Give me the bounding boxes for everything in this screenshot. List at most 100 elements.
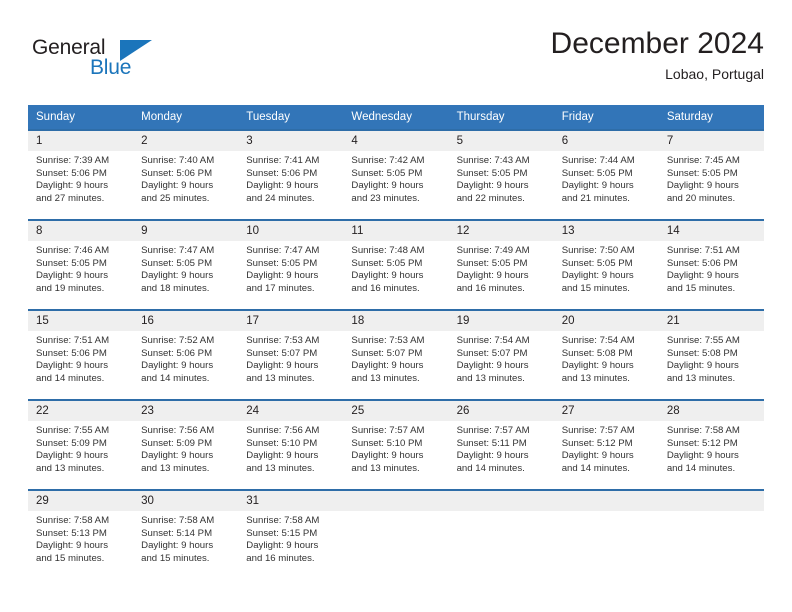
sunset-text: Sunset: 5:07 PM <box>456 347 528 359</box>
day-cell[interactable]: 16 Sunrise: 7:52 AM Sunset: 5:06 PM Dayligh… <box>133 311 239 399</box>
page-title: December 2024 <box>550 27 764 60</box>
daylight-text-line2: and 24 minutes. <box>246 192 315 204</box>
sunset-text: Sunset: 5:06 PM <box>141 167 213 179</box>
day-cell[interactable]: 8 Sunrise: 7:46 AM Sunset: 5:05 PM Daylight… <box>28 221 134 309</box>
day-info: Sunrise: 7:51 AM Sunset: 5:06 PM Daylight:… <box>659 241 764 309</box>
day-info: Sunrise: 7:55 AM Sunset: 5:08 PM Daylight:… <box>659 331 764 399</box>
day-cell[interactable]: 3 Sunrise: 7:41 AM Sunset: 5:06 PM Daylight… <box>238 131 344 219</box>
day-cell[interactable]: 27 Sunrise: 7:57 AM Sunset: 5:12 PM Dayligh… <box>553 401 659 489</box>
day-cell-empty <box>343 491 449 579</box>
day-cell[interactable]: 21 Sunrise: 7:55 AM Sunset: 5:08 PM Dayligh… <box>658 311 764 399</box>
sunrise-text: Sunrise: 7:49 AM <box>456 245 530 256</box>
day-cell[interactable]: 10 Sunrise: 7:47 AM Sunset: 5:05 PM Dayligh… <box>238 221 344 309</box>
day-cell[interactable]: 5 Sunrise: 7:43 AM Sunset: 5:05 PM Daylight… <box>448 131 554 219</box>
day-cell[interactable]: 31 Sunrise: 7:58 AM Sunset: 5:15 PM Dayligh… <box>238 491 344 579</box>
day-info: Sunrise: 7:41 AM Sunset: 5:06 PM Daylight:… <box>238 151 343 219</box>
day-cell-empty <box>553 491 659 579</box>
daylight-text-line1: Daylight: 9 hours <box>456 270 529 282</box>
day-number: 28 <box>658 401 764 421</box>
day-info: Sunrise: 7:52 AM Sunset: 5:06 PM Daylight:… <box>133 331 238 399</box>
day-cell[interactable]: 29 Sunrise: 7:58 AM Sunset: 5:13 PM Dayligh… <box>28 491 134 579</box>
day-cell[interactable]: 9 Sunrise: 7:47 AM Sunset: 5:05 PM Daylight… <box>133 221 239 309</box>
calendar-week-row: 1 Sunrise: 7:39 AM Sunset: 5:06 PM Daylight… <box>28 129 764 219</box>
daylight-text-line1: Daylight: 9 hours <box>141 540 214 552</box>
sunset-text: Sunset: 5:08 PM <box>561 347 633 359</box>
sunset-text: Sunset: 5:07 PM <box>351 347 423 359</box>
day-cell[interactable]: 7 Sunrise: 7:45 AM Sunset: 5:05 PM Daylight… <box>658 131 764 219</box>
sunset-text: Sunset: 5:05 PM <box>36 257 107 269</box>
day-number: 14 <box>658 221 764 241</box>
sunrise-text: Sunrise: 7:58 AM <box>36 515 110 526</box>
sunset-text: Sunset: 5:06 PM <box>141 347 213 359</box>
day-cell[interactable]: 20 Sunrise: 7:54 AM Sunset: 5:08 PM Dayligh… <box>553 311 659 399</box>
sunset-text: Sunset: 5:06 PM <box>246 167 318 179</box>
day-cell[interactable]: 6 Sunrise: 7:44 AM Sunset: 5:05 PM Daylight… <box>553 131 659 219</box>
daylight-text-line2: and 13 minutes. <box>666 372 736 384</box>
day-cell[interactable]: 24 Sunrise: 7:56 AM Sunset: 5:10 PM Dayligh… <box>238 401 344 489</box>
day-number <box>658 491 764 511</box>
day-cell[interactable]: 28 Sunrise: 7:58 AM Sunset: 5:12 PM Dayligh… <box>658 401 764 489</box>
day-number: 18 <box>343 311 449 331</box>
sunrise-text: Sunrise: 7:54 AM <box>561 335 635 346</box>
sunrise-text: Sunrise: 7:52 AM <box>141 335 215 346</box>
day-cell[interactable]: 17 Sunrise: 7:53 AM Sunset: 5:07 PM Dayligh… <box>238 311 344 399</box>
day-cell[interactable]: 18 Sunrise: 7:53 AM Sunset: 5:07 PM Dayligh… <box>343 311 449 399</box>
sunrise-text: Sunrise: 7:40 AM <box>141 155 215 166</box>
day-cell[interactable]: 23 Sunrise: 7:56 AM Sunset: 5:09 PM Dayligh… <box>133 401 239 489</box>
sunrise-text: Sunrise: 7:47 AM <box>141 245 215 256</box>
sunset-text: Sunset: 5:09 PM <box>141 437 213 449</box>
sunset-text: Sunset: 5:05 PM <box>666 167 738 179</box>
daylight-text-line2: and 14 minutes. <box>561 462 630 474</box>
day-number: 12 <box>448 221 554 241</box>
day-info: Sunrise: 7:58 AM Sunset: 5:15 PM Daylight:… <box>238 511 343 579</box>
daylight-text-line2: and 17 minutes. <box>246 282 315 294</box>
day-cell[interactable]: 19 Sunrise: 7:54 AM Sunset: 5:07 PM Dayligh… <box>448 311 554 399</box>
daylight-text-line1: Daylight: 9 hours <box>561 270 634 282</box>
day-cell[interactable]: 11 Sunrise: 7:48 AM Sunset: 5:05 PM Dayligh… <box>343 221 449 309</box>
sunset-text: Sunset: 5:05 PM <box>141 257 213 269</box>
sunset-text: Sunset: 5:15 PM <box>246 527 318 539</box>
day-info: Sunrise: 7:47 AM Sunset: 5:05 PM Daylight:… <box>238 241 343 309</box>
daylight-text-line1: Daylight: 9 hours <box>36 450 108 462</box>
day-cell[interactable]: 13 Sunrise: 7:50 AM Sunset: 5:05 PM Dayligh… <box>553 221 659 309</box>
day-cell[interactable]: 12 Sunrise: 7:49 AM Sunset: 5:05 PM Dayligh… <box>448 221 554 309</box>
calendar-page: General Blue December 2024 Lobao, Portug… <box>0 0 792 612</box>
sunset-text: Sunset: 5:14 PM <box>141 527 213 539</box>
day-cell[interactable]: 1 Sunrise: 7:39 AM Sunset: 5:06 PM Daylight… <box>28 131 134 219</box>
day-info: Sunrise: 7:40 AM Sunset: 5:06 PM Daylight:… <box>133 151 238 219</box>
sunrise-text: Sunrise: 7:43 AM <box>456 155 530 166</box>
day-number: 1 <box>28 131 134 151</box>
day-cell[interactable]: 25 Sunrise: 7:57 AM Sunset: 5:10 PM Dayligh… <box>343 401 449 489</box>
day-cell[interactable]: 30 Sunrise: 7:58 AM Sunset: 5:14 PM Dayligh… <box>133 491 239 579</box>
day-info: Sunrise: 7:47 AM Sunset: 5:05 PM Daylight:… <box>133 241 238 309</box>
daylight-text-line1: Daylight: 9 hours <box>351 270 424 282</box>
day-info: Sunrise: 7:57 AM Sunset: 5:12 PM Daylight:… <box>554 421 659 489</box>
day-cell[interactable]: 14 Sunrise: 7:51 AM Sunset: 5:06 PM Dayligh… <box>658 221 764 309</box>
day-number <box>553 491 659 511</box>
daylight-text-line1: Daylight: 9 hours <box>36 270 108 282</box>
day-number: 15 <box>28 311 134 331</box>
day-info: Sunrise: 7:56 AM Sunset: 5:09 PM Daylight:… <box>133 421 238 489</box>
day-cell[interactable]: 2 Sunrise: 7:40 AM Sunset: 5:06 PM Daylight… <box>133 131 239 219</box>
day-number: 29 <box>28 491 134 511</box>
daylight-text-line2: and 15 minutes. <box>141 552 210 564</box>
day-number: 3 <box>238 131 344 151</box>
day-cell[interactable]: 22 Sunrise: 7:55 AM Sunset: 5:09 PM Dayligh… <box>28 401 134 489</box>
day-number: 9 <box>133 221 239 241</box>
day-info: Sunrise: 7:57 AM Sunset: 5:10 PM Daylight:… <box>343 421 448 489</box>
daylight-text-line1: Daylight: 9 hours <box>456 360 529 372</box>
day-number: 24 <box>238 401 344 421</box>
general-blue-logo[interactable]: General Blue <box>32 36 162 92</box>
sunrise-text: Sunrise: 7:53 AM <box>351 335 425 346</box>
daylight-text-line2: and 23 minutes. <box>351 192 420 204</box>
daylight-text-line2: and 13 minutes. <box>36 462 105 474</box>
day-info: Sunrise: 7:48 AM Sunset: 5:05 PM Daylight:… <box>343 241 448 309</box>
day-info: Sunrise: 7:56 AM Sunset: 5:10 PM Daylight:… <box>238 421 343 489</box>
day-cell[interactable]: 26 Sunrise: 7:57 AM Sunset: 5:11 PM Dayligh… <box>448 401 554 489</box>
day-cell[interactable]: 4 Sunrise: 7:42 AM Sunset: 5:05 PM Daylight… <box>343 131 449 219</box>
daylight-text-line2: and 13 minutes. <box>561 372 630 384</box>
day-cell[interactable]: 15 Sunrise: 7:51 AM Sunset: 5:06 PM Dayligh… <box>28 311 134 399</box>
sunrise-text: Sunrise: 7:51 AM <box>36 335 110 346</box>
weekday-header-saturday: Saturday <box>666 111 713 123</box>
weekday-header-row: Sunday Monday Tuesday Wednesday Thursday… <box>28 105 764 129</box>
